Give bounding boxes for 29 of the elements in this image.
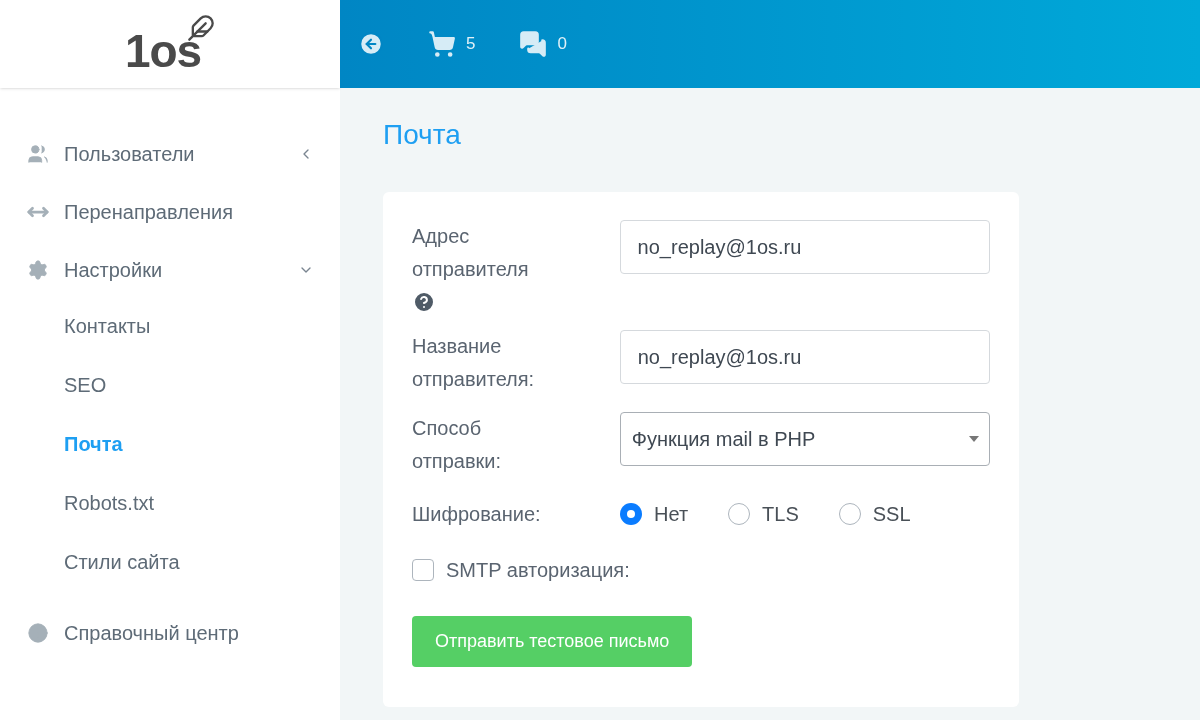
messages-count: 0 xyxy=(557,33,567,56)
sidebar-item[interactable]: Настройки xyxy=(24,255,298,285)
input-field[interactable]: no_replay@1os.ru xyxy=(619,330,990,384)
sidebar-subitem[interactable]: Robots.txt xyxy=(64,487,155,518)
sidebar-item[interactable]: Перенаправления xyxy=(24,197,316,227)
field-label: Название отправителя: xyxy=(412,334,536,392)
radio-option[interactable]: SSL xyxy=(838,499,911,529)
radio-option[interactable]: Нет xyxy=(620,499,689,529)
sidebar-subitem[interactable]: Контакты xyxy=(64,310,151,341)
select-field[interactable]: Функция mail в PHP xyxy=(619,412,990,466)
checkbox-label: SMTP авторизация: xyxy=(446,558,630,583)
page-title: Почта xyxy=(383,118,462,152)
chat-bubbles-icon[interactable] xyxy=(519,30,548,58)
sidebar-subitem[interactable]: Почта xyxy=(64,428,123,459)
sidebar-subitem[interactable]: Стили сайта xyxy=(64,546,180,577)
logo[interactable]: 1os xyxy=(125,14,215,74)
help-icon[interactable] xyxy=(412,290,436,314)
sidebar-item[interactable]: Пользователи xyxy=(24,139,298,169)
checkbox[interactable] xyxy=(412,559,434,581)
dropdown-caret-icon xyxy=(969,436,979,442)
field-label: Адрес отправителя xyxy=(412,224,530,282)
input-field[interactable]: no_replay@1os.ru xyxy=(619,220,990,274)
sidebar-subitem[interactable]: SEO xyxy=(64,369,107,400)
cart-icon[interactable] xyxy=(428,30,456,58)
cart-count: 5 xyxy=(466,33,476,56)
sidebar-item[interactable]: Справочный центр xyxy=(24,618,316,648)
field-label: Шифрование: xyxy=(412,502,542,527)
radio-option[interactable]: TLS xyxy=(728,499,799,529)
field-label: Способ отправки: xyxy=(412,416,503,474)
